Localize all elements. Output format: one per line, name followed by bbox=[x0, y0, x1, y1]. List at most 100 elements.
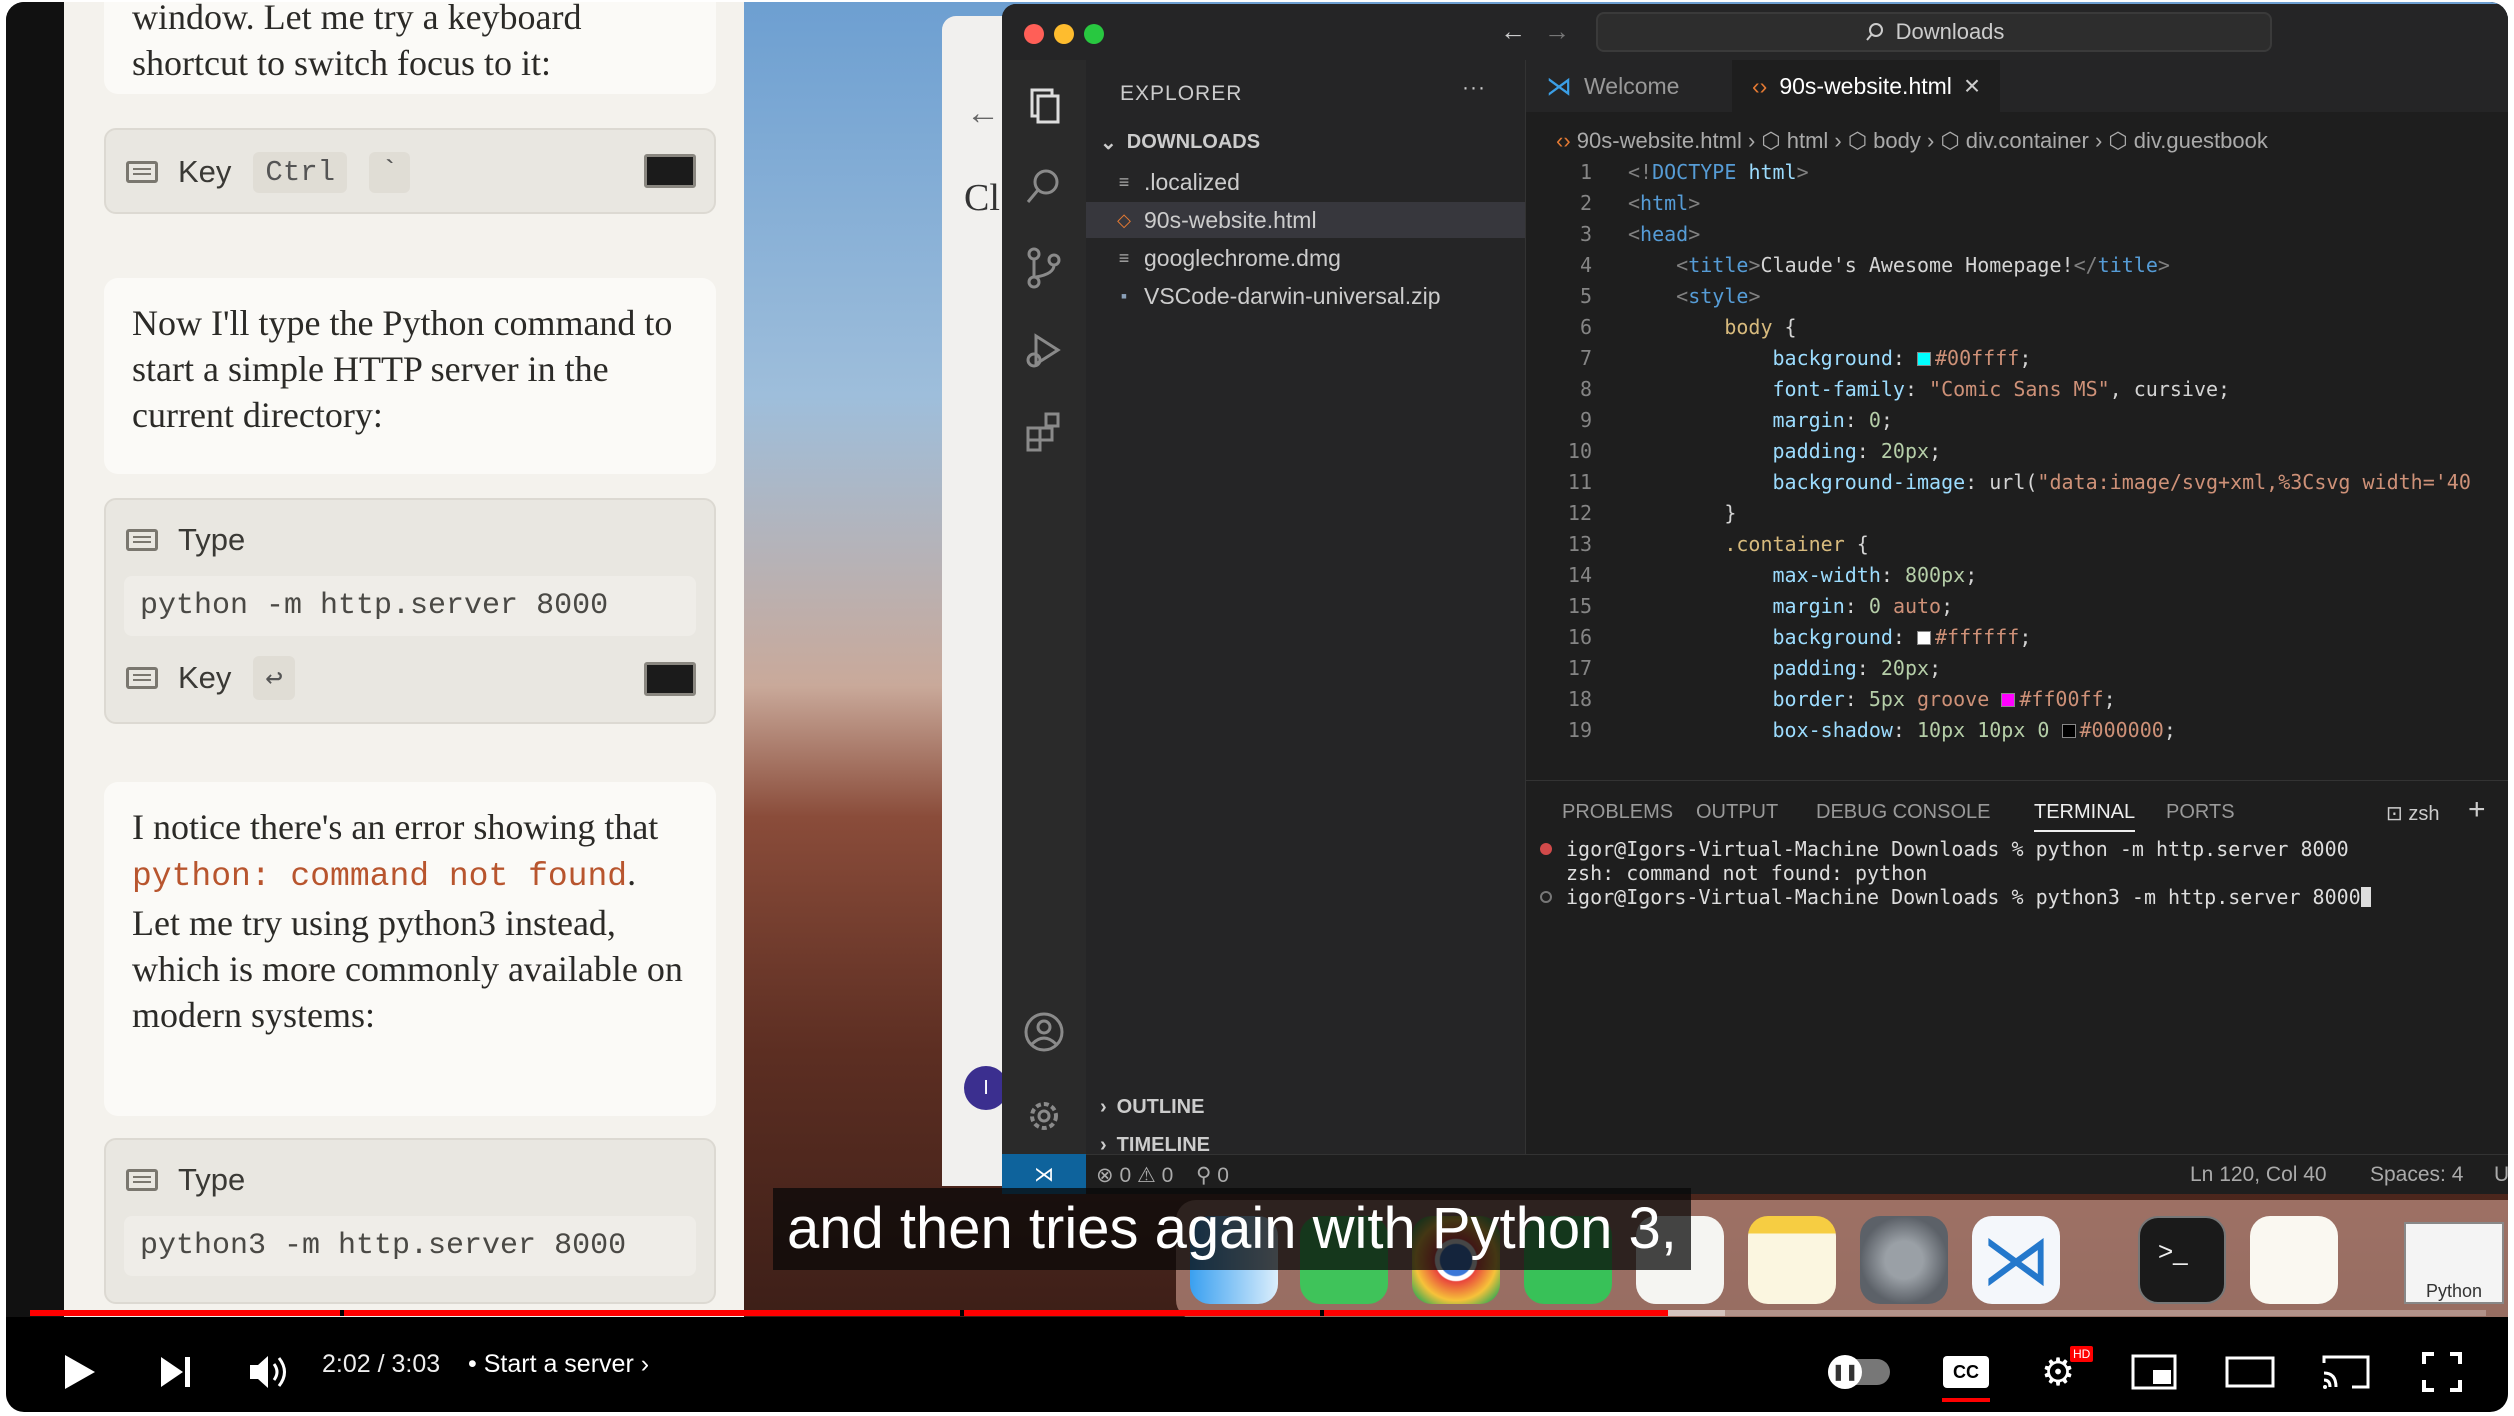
breadcrumb[interactable]: ‹› 90s-website.html › ⬡ html › ⬡ body › … bbox=[1556, 128, 2268, 154]
miniplayer-button[interactable] bbox=[2124, 1342, 2184, 1402]
keyboard-icon bbox=[126, 1169, 158, 1191]
progress-played bbox=[30, 1310, 1669, 1316]
more-actions-icon[interactable]: ··· bbox=[1462, 76, 1486, 100]
forward-arrow-icon[interactable]: → bbox=[1544, 16, 1570, 47]
title-bar: ← → Downloads bbox=[1002, 4, 2508, 60]
prompt-status-dot bbox=[1540, 891, 1552, 903]
notes-icon[interactable] bbox=[1748, 1216, 1836, 1304]
close-icon[interactable]: × bbox=[1964, 70, 1980, 102]
vscode-window: ← → Downloads EXPLORER ··· ⌄ DOWNLOADS ≡… bbox=[1002, 4, 2508, 1194]
volume-button[interactable] bbox=[240, 1342, 300, 1402]
close-window-icon[interactable] bbox=[1024, 24, 1044, 44]
message-text: Now I'll type the Python command to star… bbox=[132, 303, 673, 435]
fullscreen-button[interactable] bbox=[2412, 1342, 2472, 1402]
video-player[interactable]: window. Let me try a keyboard shortcut t… bbox=[6, 2, 2508, 1412]
chapter-title[interactable]: • Start a server › bbox=[468, 1350, 649, 1379]
back-arrow-icon[interactable]: ← bbox=[966, 94, 1000, 133]
maximize-window-icon[interactable] bbox=[1084, 24, 1104, 44]
terminal-shell-selector[interactable]: ⊡ zsh bbox=[2386, 801, 2439, 826]
explorer-icon[interactable] bbox=[1022, 84, 1066, 128]
tab-output[interactable]: OUTPUT bbox=[1696, 801, 1778, 824]
keyboard-icon bbox=[126, 161, 158, 183]
tab-debug-console[interactable]: DEBUG CONSOLE bbox=[1816, 801, 1990, 824]
cast-button[interactable] bbox=[2316, 1342, 2376, 1402]
play-button[interactable] bbox=[50, 1342, 110, 1402]
extensions-icon[interactable] bbox=[1022, 410, 1066, 454]
chat-message: Now I'll type the Python command to star… bbox=[104, 278, 716, 474]
file-item[interactable]: ▪ VSCode-darwin-universal.zip bbox=[1086, 278, 1525, 314]
message-text: I notice there's an error showing that bbox=[132, 807, 659, 847]
folder-header[interactable]: ⌄ DOWNLOADS bbox=[1100, 130, 1260, 155]
file-icon: ≡ bbox=[1118, 247, 1130, 268]
settings-button[interactable]: ⚙ HD bbox=[2028, 1342, 2094, 1402]
captions-button[interactable]: CC bbox=[1936, 1342, 1996, 1402]
theater-icon bbox=[2225, 1356, 2275, 1388]
miniplayer-icon bbox=[2131, 1354, 2177, 1390]
problems-status[interactable]: ⊗ 0 ⚠ 0 bbox=[1096, 1163, 1173, 1188]
screenshot-thumbnail-icon[interactable] bbox=[644, 662, 696, 696]
keyboard-icon bbox=[126, 667, 158, 689]
file-item[interactable]: ≡ .localized bbox=[1086, 164, 1525, 200]
message-text: window. Let me try a keyboard shortcut t… bbox=[132, 2, 582, 83]
command-text: python -m http.server 8000 bbox=[124, 576, 696, 636]
caption-text: and then tries again with Python 3, bbox=[773, 1188, 1691, 1270]
tab-welcome[interactable]: ⋊ Welcome bbox=[1526, 60, 1699, 112]
tab-terminal[interactable]: TERMINAL bbox=[2034, 801, 2136, 832]
cursor-position[interactable]: Ln 120, Col 40 bbox=[2190, 1163, 2327, 1187]
gear-icon[interactable] bbox=[1022, 1094, 1066, 1138]
ports-status[interactable]: ⚲ 0 bbox=[1196, 1163, 1229, 1188]
explorer-sidebar: EXPLORER ··· ⌄ DOWNLOADS ≡ .localized ◇ 90s… bbox=[1086, 60, 1526, 1194]
search-icon[interactable] bbox=[1022, 164, 1066, 208]
tab-90s-website[interactable]: ‹› 90s-website.html × bbox=[1732, 60, 2001, 112]
textedit-icon[interactable] bbox=[2250, 1216, 2338, 1304]
html-file-icon: ‹› bbox=[1752, 72, 1768, 99]
progress-bar[interactable] bbox=[30, 1310, 2486, 1316]
back-arrow-icon[interactable]: ← bbox=[1500, 16, 1526, 47]
chevron-down-icon: ⌄ bbox=[1100, 132, 1117, 154]
pause-icon: ❚❚ bbox=[1828, 1355, 1862, 1389]
cc-icon: CC bbox=[1943, 1356, 1989, 1388]
archive-file-icon: ▪ bbox=[1120, 285, 1128, 306]
command-center-label: Downloads bbox=[1895, 19, 2005, 44]
file-item[interactable]: ◇ 90s-website.html bbox=[1086, 202, 1525, 238]
html-file-icon: ◇ bbox=[1117, 209, 1131, 230]
account-icon[interactable] bbox=[1022, 1010, 1066, 1054]
encoding-status[interactable]: U bbox=[2494, 1163, 2508, 1187]
tab-problems[interactable]: PROBLEMS bbox=[1562, 801, 1673, 824]
error-status-dot bbox=[1540, 843, 1552, 855]
cc-active-indicator bbox=[1942, 1398, 1990, 1402]
screenshot-thumbnail-icon[interactable] bbox=[644, 154, 696, 188]
bottom-panel: PROBLEMS OUTPUT DEBUG CONSOLE TERMINAL P… bbox=[1526, 780, 2508, 1194]
new-terminal-icon[interactable]: + bbox=[2468, 793, 2486, 827]
editor-area[interactable]: ⋊ Welcome ‹› 90s-website.html × ‹› 90s-webs… bbox=[1526, 60, 2508, 780]
theater-mode-button[interactable] bbox=[2220, 1342, 2280, 1402]
vscode-logo-icon: ⋊ bbox=[1546, 70, 1572, 101]
autoplay-toggle[interactable]: ❚❚ bbox=[1824, 1342, 1894, 1402]
system-settings-icon[interactable] bbox=[1860, 1216, 1948, 1304]
file-icon: ≡ bbox=[1118, 171, 1130, 192]
file-item[interactable]: ≡ googlechrome.dmg bbox=[1086, 240, 1525, 276]
outline-section[interactable]: › OUTLINE bbox=[1100, 1096, 1204, 1119]
command-center[interactable]: Downloads bbox=[1596, 12, 2272, 52]
skip-next-icon bbox=[161, 1357, 190, 1387]
command-text: python3 -m http.server 8000 bbox=[124, 1216, 696, 1276]
keyboard-icon bbox=[126, 529, 158, 551]
action-type-card: Type python -m http.server 8000 Key ↩ bbox=[104, 498, 716, 724]
source-control-icon[interactable] bbox=[1022, 246, 1066, 290]
action-label: Type bbox=[178, 522, 246, 557]
page-heading: Cl bbox=[964, 177, 1000, 219]
run-debug-icon[interactable] bbox=[1022, 328, 1066, 372]
minimize-window-icon[interactable] bbox=[1054, 24, 1074, 44]
terminal-dock-icon[interactable]: >_ bbox=[2138, 1216, 2226, 1304]
key-badge: ↩ bbox=[253, 656, 295, 700]
minimized-window-preview[interactable]: Python bbox=[2404, 1222, 2504, 1304]
action-type-card: Type python3 -m http.server 8000 bbox=[104, 1138, 716, 1304]
next-button[interactable] bbox=[146, 1342, 206, 1402]
tab-ports[interactable]: PORTS bbox=[2166, 801, 2235, 824]
video-frame[interactable]: window. Let me try a keyboard shortcut t… bbox=[6, 2, 2508, 1317]
terminal-line[interactable]: igor@Igors-Virtual-Machine Downloads % p… bbox=[1566, 885, 2371, 909]
hd-badge: HD bbox=[2070, 1346, 2094, 1362]
action-label: Key bbox=[178, 660, 232, 695]
vscode-dock-icon[interactable]: ⋊ bbox=[1972, 1216, 2060, 1304]
indentation-status[interactable]: Spaces: 4 bbox=[2370, 1163, 2463, 1187]
